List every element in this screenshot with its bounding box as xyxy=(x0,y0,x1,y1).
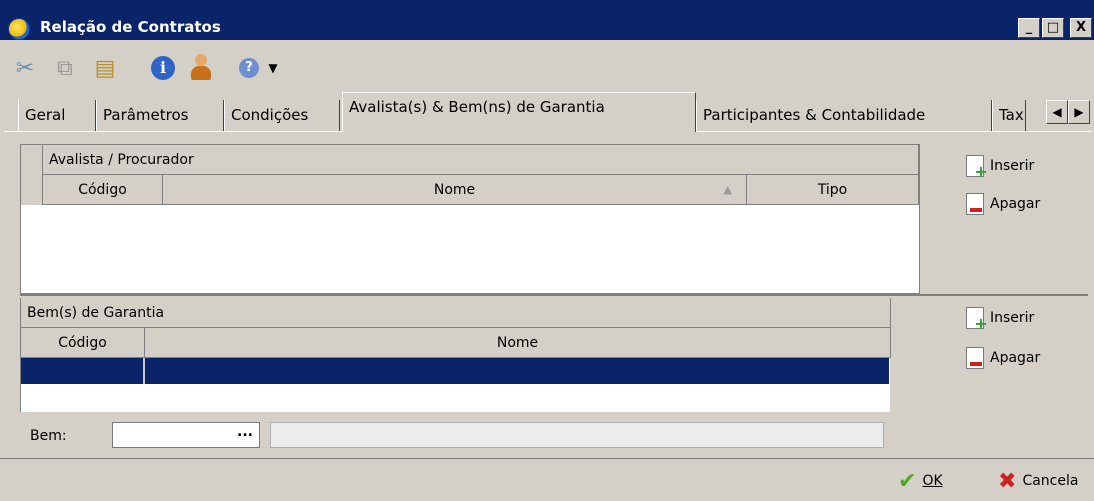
help-dropdown-arrow-icon[interactable]: ▼ xyxy=(264,54,282,82)
cancel-x-icon: ✖ xyxy=(998,468,1017,494)
insert-icon: + xyxy=(966,155,988,180)
toolbar: ✂ ⧉ ▤ i ? ▼ xyxy=(0,40,1094,92)
tab-taxas[interactable]: Tax xyxy=(992,100,1026,132)
paste-icon[interactable]: ▤ xyxy=(88,54,122,82)
close-button[interactable]: X xyxy=(1070,18,1092,38)
cancel-button[interactable]: ✖ Cancela xyxy=(998,467,1078,495)
footer-bar: ✔ OK ✖ Cancela xyxy=(0,458,1094,501)
avalista-insert-button[interactable]: + Inserir xyxy=(966,152,1034,180)
bens-delete-button[interactable]: Apagar xyxy=(966,344,1040,372)
bens-grid[interactable]: Bem(s) de Garantia Código Nome xyxy=(20,298,891,412)
minimize-button[interactable]: _ xyxy=(1018,18,1040,38)
tab-condicoes[interactable]: Condições xyxy=(224,100,340,132)
window-title: Relação de Contratos xyxy=(40,18,221,36)
bem-description-field xyxy=(270,422,884,448)
copy-icon[interactable]: ⧉ xyxy=(50,54,80,82)
cell-divider xyxy=(143,358,145,384)
column-header-codigo[interactable]: Código xyxy=(43,175,163,205)
avalista-grid[interactable]: Avalista / Procurador Código Nome ▲ Tipo xyxy=(20,144,920,294)
insert-icon: + xyxy=(966,307,988,332)
help-icon[interactable]: ? xyxy=(236,54,262,82)
sort-indicator-icon: ▲ xyxy=(723,183,732,196)
app-icon xyxy=(8,18,30,40)
bem-code-input[interactable]: ... xyxy=(112,422,260,448)
column-header-tipo[interactable]: Tipo xyxy=(747,175,919,205)
avalista-grid-title: Avalista / Procurador xyxy=(43,145,919,175)
tab-avalistas-bens[interactable]: Avalista(s) & Bem(ns) de Garantia xyxy=(342,92,696,132)
tab-strip: Geral Parâmetros Condições Avalista(s) &… xyxy=(0,92,1094,132)
tab-parametros[interactable]: Parâmetros xyxy=(96,100,224,132)
ok-button[interactable]: ✔ OK xyxy=(898,467,943,495)
cut-icon[interactable]: ✂ xyxy=(10,54,40,82)
tab-scroll-left-icon[interactable]: ◀ xyxy=(1046,100,1068,124)
maximize-button[interactable]: □ xyxy=(1042,18,1064,38)
checkmark-icon: ✔ xyxy=(898,468,917,494)
title-bar: Relação de Contratos _ □ X xyxy=(0,0,1094,40)
bens-grid-title: Bem(s) de Garantia xyxy=(21,298,891,328)
bens-insert-button[interactable]: + Inserir xyxy=(966,304,1034,332)
column-header-nome[interactable]: Nome ▲ xyxy=(163,175,747,205)
tab-geral[interactable]: Geral xyxy=(18,100,96,132)
info-icon[interactable]: i xyxy=(148,54,178,82)
panel-divider xyxy=(20,294,1088,296)
avalista-delete-button[interactable]: Apagar xyxy=(966,190,1040,218)
tab-participantes-contabilidade[interactable]: Participantes & Contabilidade xyxy=(696,100,992,132)
tab-content-panel: Avalista / Procurador Código Nome ▲ Tipo… xyxy=(4,131,1092,457)
lookup-ellipsis-button[interactable]: ... xyxy=(237,423,253,441)
table-row[interactable] xyxy=(21,358,889,384)
bem-label: Bem: xyxy=(30,428,67,444)
delete-icon xyxy=(966,347,984,369)
tab-scroll-right-icon[interactable]: ▶ xyxy=(1068,100,1090,124)
row-header-column xyxy=(21,145,43,205)
user-icon[interactable] xyxy=(184,54,218,82)
delete-icon xyxy=(966,193,984,215)
column-header-nome[interactable]: Nome xyxy=(145,328,891,358)
column-header-codigo[interactable]: Código xyxy=(21,328,145,358)
